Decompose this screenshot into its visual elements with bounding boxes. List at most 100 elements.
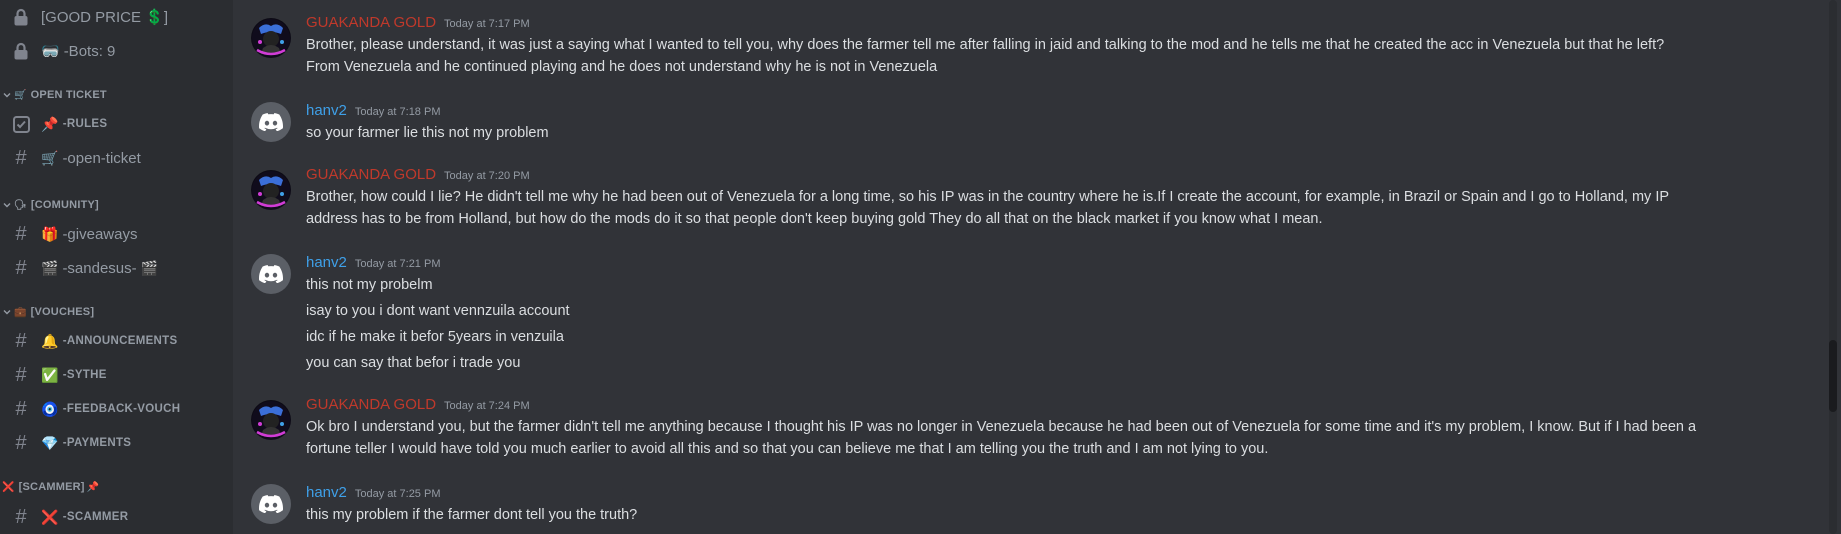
cross-mark-emoji: ❌ bbox=[41, 508, 59, 525]
message-text: you can say that befor i trade you bbox=[306, 355, 521, 371]
channel-label: -open-ticket bbox=[62, 149, 141, 167]
avatar[interactable] bbox=[251, 170, 291, 210]
discord-logo-icon bbox=[259, 495, 283, 513]
message-text: idc if he make it befor 5years in venzui… bbox=[306, 329, 564, 345]
message-text: Brother, how could I lie? He didn't tell… bbox=[306, 189, 1670, 205]
hash-icon: # bbox=[15, 256, 27, 279]
scrollbar-thumb[interactable] bbox=[1829, 340, 1837, 412]
gift-emoji: 🎁 bbox=[41, 225, 59, 242]
message-text: so your farmer lie this not my problem bbox=[306, 125, 549, 141]
message-text: address has to be from Holland, but how … bbox=[306, 211, 1323, 227]
discord-logo-icon bbox=[259, 265, 283, 283]
avatar[interactable] bbox=[251, 102, 291, 142]
message-text: isay to you i dont want vennzuila accoun… bbox=[306, 303, 570, 319]
message-list: GUAKANDA GOLD Today at 7:17 PM Brother, … bbox=[233, 0, 1841, 534]
hash-icon: # bbox=[15, 146, 27, 169]
channel-feedback-vouch[interactable]: # 🧿 -FEEDBACK-VOUCH bbox=[8, 394, 228, 424]
guakanda-avatar-icon bbox=[252, 19, 290, 57]
cart-emoji: 🛒 bbox=[14, 89, 27, 101]
message-text: this my problem if the farmer dont tell … bbox=[306, 507, 638, 523]
channel-sandesus[interactable]: # 🎬 -sandesus- 🎬 bbox=[8, 253, 228, 283]
channel-label: -FEEDBACK-VOUCH bbox=[62, 403, 181, 415]
channel-label: -RULES bbox=[62, 118, 108, 130]
username[interactable]: GUAKANDA GOLD bbox=[306, 166, 436, 183]
guakanda-avatar-icon bbox=[252, 401, 290, 439]
category-label: [COMUNITY] bbox=[30, 199, 99, 211]
hash-icon: # bbox=[15, 505, 27, 528]
category-label: OPEN TICKET bbox=[30, 89, 107, 101]
avatar[interactable] bbox=[251, 254, 291, 294]
avatar[interactable] bbox=[251, 18, 291, 58]
cart-emoji: 🛒 bbox=[41, 149, 59, 166]
channel-label: -Bots: 9 bbox=[63, 42, 116, 60]
hash-icon: # bbox=[15, 397, 27, 420]
message-text: Ok bro I understand you, but the farmer … bbox=[306, 419, 1697, 435]
avatar[interactable] bbox=[251, 400, 291, 440]
channel-announcements[interactable]: # 🔔 -ANNOUNCEMENTS bbox=[8, 326, 228, 356]
pushpin-emoji: 📌 bbox=[41, 115, 59, 132]
channel-sythe[interactable]: # ✅ -SYTHE bbox=[8, 360, 228, 390]
category-scammer[interactable]: ❌ [SCAMMER] 📌 bbox=[2, 478, 103, 496]
username[interactable]: hanv2 bbox=[306, 254, 347, 271]
discord-logo-icon bbox=[259, 113, 283, 131]
channel-payments[interactable]: # 💎 -PAYMENTS bbox=[8, 428, 228, 458]
rules-checkbox-icon bbox=[10, 113, 32, 135]
timestamp: Today at 7:21 PM bbox=[354, 258, 441, 270]
timestamp: Today at 7:17 PM bbox=[444, 18, 530, 30]
lock-icon bbox=[10, 6, 32, 28]
avatar[interactable] bbox=[251, 484, 291, 524]
speaking-head-emoji: 🗣 bbox=[14, 199, 27, 211]
message-text: From Venezuela and he continued playing … bbox=[306, 59, 938, 75]
username[interactable]: GUAKANDA GOLD bbox=[306, 396, 436, 413]
guakanda-avatar-icon bbox=[252, 171, 290, 209]
chevron-down-icon bbox=[2, 91, 12, 99]
channel-good-price[interactable]: [GOOD PRICE 💲] bbox=[8, 2, 228, 32]
username[interactable]: hanv2 bbox=[306, 102, 347, 119]
category-vouches[interactable]: 💼 [VOUCHES] bbox=[2, 303, 94, 321]
hash-icon: # bbox=[15, 222, 27, 245]
hash-icon: # bbox=[15, 329, 27, 352]
goggles-emoji: 🥽 bbox=[41, 43, 60, 60]
category-label: [SCAMMER] bbox=[18, 481, 85, 493]
chevron-down-icon bbox=[2, 308, 12, 316]
channel-sidebar: [GOOD PRICE 💲] 🥽 -Bots: 9 🛒 OPEN TICKET … bbox=[0, 0, 233, 534]
channel-label: -sandesus- bbox=[62, 259, 137, 277]
chevron-down-icon bbox=[2, 201, 12, 209]
channel-scammer[interactable]: # ❌ -SCAMMER bbox=[8, 502, 228, 532]
timestamp: Today at 7:24 PM bbox=[444, 400, 530, 412]
channel-label: -ANNOUNCEMENTS bbox=[62, 335, 178, 347]
timestamp: Today at 7:20 PM bbox=[444, 170, 530, 182]
channel-giveaways[interactable]: # 🎁 -giveaways bbox=[8, 219, 228, 249]
channel-bots[interactable]: 🥽 -Bots: 9 bbox=[8, 36, 228, 66]
hash-icon: # bbox=[15, 363, 27, 386]
timestamp: Today at 7:18 PM bbox=[354, 106, 441, 118]
hash-icon: # bbox=[15, 431, 27, 454]
bell-emoji: 🔔 bbox=[41, 332, 59, 349]
lock-icon bbox=[10, 40, 32, 62]
clapper-emoji: 🎬 bbox=[41, 259, 59, 276]
timestamp: Today at 7:25 PM bbox=[354, 488, 441, 500]
pushpin-emoji: 📌 bbox=[86, 481, 100, 493]
briefcase-emoji: 💼 bbox=[14, 306, 27, 318]
check-mark-emoji: ✅ bbox=[41, 366, 59, 383]
username[interactable]: hanv2 bbox=[306, 484, 347, 501]
channel-label: -PAYMENTS bbox=[62, 437, 132, 449]
channel-rules[interactable]: 📌 -RULES bbox=[8, 109, 228, 139]
channel-label: -giveaways bbox=[62, 225, 138, 243]
channel-label: -SYTHE bbox=[62, 369, 107, 381]
scrollbar-track[interactable] bbox=[1829, 0, 1837, 534]
username[interactable]: GUAKANDA GOLD bbox=[306, 14, 436, 31]
nazar-amulet-emoji: 🧿 bbox=[41, 400, 59, 417]
category-open-ticket[interactable]: 🛒 OPEN TICKET bbox=[2, 86, 107, 104]
message-text: this not my probelm bbox=[306, 277, 433, 293]
clapper-emoji: 🎬 bbox=[140, 259, 159, 276]
message-text: Brother, please understand, it was just … bbox=[306, 37, 1665, 53]
message-text: fortune teller I would have told you muc… bbox=[306, 441, 1269, 457]
channel-label: -SCAMMER bbox=[62, 511, 129, 523]
channel-label: [GOOD PRICE 💲] bbox=[41, 9, 169, 26]
cross-mark-emoji: ❌ bbox=[2, 481, 15, 493]
category-community[interactable]: 🗣 [COMUNITY] bbox=[2, 196, 99, 214]
category-label: [VOUCHES] bbox=[30, 306, 95, 318]
channel-open-ticket[interactable]: # 🛒 -open-ticket bbox=[8, 143, 228, 173]
gem-emoji: 💎 bbox=[41, 434, 59, 451]
